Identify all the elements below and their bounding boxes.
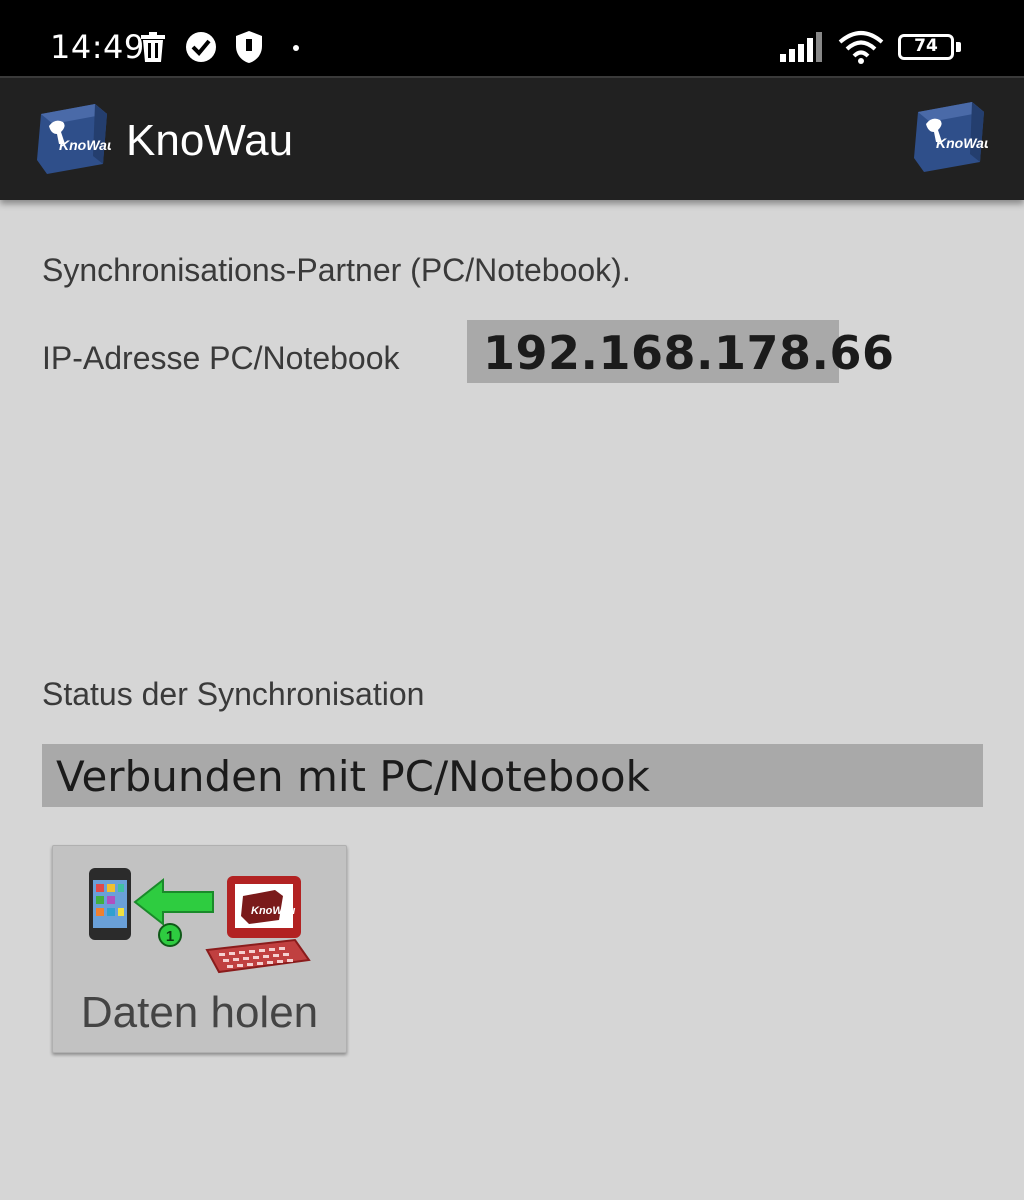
svg-text:KnoWau: KnoWau [59,137,111,153]
trash-icon [141,32,165,62]
svg-text:KnoWau: KnoWau [251,905,296,917]
fetch-data-button[interactable]: 1 KnoWau Daten holen [52,845,347,1053]
partner-heading: Synchronisations-Partner (PC/Notebook). [42,252,631,288]
status-bar: 14:49 74 [0,0,1024,76]
dot-icon [293,45,299,51]
ip-label: IP-Adresse PC/Notebook [42,340,400,376]
svg-text:KnoWau: KnoWau [936,135,988,151]
ip-address-value: 192.168.178.66 [483,326,895,380]
app-logo-icon: KnoWau [37,104,111,174]
shield-icon [236,31,262,63]
sync-status-box: Verbunden mit PC/Notebook [42,744,983,807]
battery-icon: 74 [898,34,954,60]
sync-pc-to-phone-icon: 1 KnoWau [89,868,311,974]
app-bar: KnoWau KnoWau KnoWau [0,76,1024,200]
status-label: Status der Synchronisation [42,676,425,712]
fetch-data-label: Daten holen [80,988,319,1037]
app-logo-right-icon[interactable]: KnoWau [910,96,988,174]
check-circle-icon [186,32,216,62]
sync-status-value: Verbunden mit PC/Notebook [56,752,650,801]
app-title: KnoWau [126,116,294,165]
ip-address-field[interactable]: 192.168.178.66 [467,320,894,383]
status-time: 14:49 [50,28,145,66]
battery-level: 74 [914,36,938,56]
signal-icon [780,32,822,62]
fetch-badge: 1 [166,928,174,945]
wifi-icon [838,31,884,64]
battery-tip [956,42,961,52]
